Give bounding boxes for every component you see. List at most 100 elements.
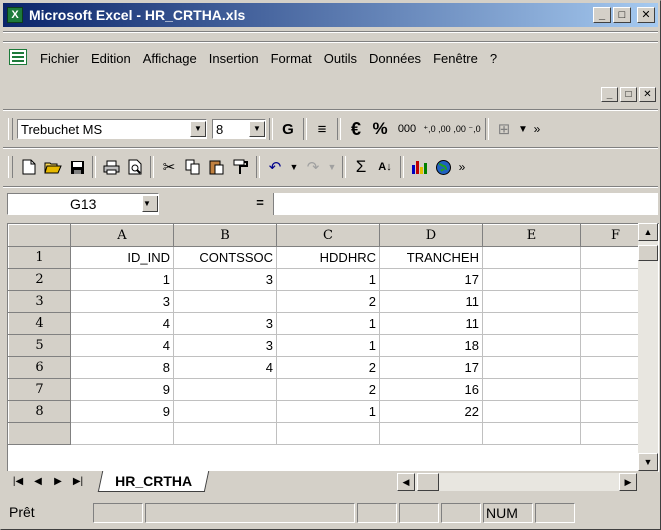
cell[interactable]: 22 [379,400,483,423]
cell[interactable] [173,400,277,423]
menu-help[interactable]: ? [484,51,503,66]
toolbar-options-icon[interactable]: » [530,117,544,141]
cell[interactable]: 3 [70,290,174,313]
cell[interactable]: 1 [276,400,380,423]
chevron-down-icon[interactable]: ▼ [190,121,206,137]
row-header[interactable]: 7 [8,378,71,401]
borders-icon[interactable]: ⊞ [492,117,516,141]
cell[interactable]: 18 [379,334,483,357]
autosum-button[interactable]: Σ [349,155,373,179]
menu-donnees[interactable]: Données [363,51,427,66]
toolbar-grip[interactable] [8,156,13,178]
maximize-button[interactable]: □ [613,7,631,23]
cell[interactable] [482,312,581,335]
horizontal-scrollbar[interactable]: ◀ ▶ [397,473,637,491]
cell[interactable] [482,268,581,291]
column-header-e[interactable]: E [482,224,581,247]
cell[interactable]: 9 [70,400,174,423]
sort-ascending-icon[interactable]: A↓ [373,155,397,179]
equals-button[interactable]: = [251,195,269,210]
row-header[interactable]: 5 [8,334,71,357]
name-box[interactable]: G13 ▼ [7,193,159,215]
cell[interactable]: 3 [173,334,277,357]
select-all-corner[interactable] [8,224,71,247]
worksheet-grid[interactable]: A B C D E F 1 ID_IND CONTSSOC HDDHRC TRA… [7,223,659,472]
title-bar[interactable]: X Microsoft Excel - HR_CRTHA.xls _ □ ✕ [3,3,658,27]
workbook-icon[interactable] [9,49,27,65]
row-header[interactable]: 4 [8,312,71,335]
scroll-left-icon[interactable]: ◀ [397,473,415,491]
cell[interactable]: 1 [276,312,380,335]
cell[interactable]: 11 [379,312,483,335]
cut-icon[interactable]: ✂ [157,155,181,179]
cell[interactable]: 3 [173,312,277,335]
cell[interactable]: 11 [379,290,483,313]
cell[interactable] [482,400,581,423]
cell[interactable]: TRANCHEH [379,246,483,269]
workbook-restore-button[interactable]: □ [620,87,637,102]
row-header[interactable]: 6 [8,356,71,379]
new-document-icon[interactable] [17,155,41,179]
cell[interactable] [379,422,483,445]
first-sheet-icon[interactable]: |◀ [9,474,27,490]
chart-wizard-icon[interactable] [407,155,431,179]
toolbar-options-icon[interactable]: » [455,155,469,179]
column-header-a[interactable]: A [70,224,174,247]
cell[interactable]: CONTSSOC [173,246,277,269]
format-painter-icon[interactable] [229,155,253,179]
font-size-combo[interactable]: 8 ▼ [212,119,266,139]
row-header[interactable]: 3 [8,290,71,313]
align-left-icon[interactable]: ≡ [310,117,334,141]
cell[interactable] [70,422,174,445]
cell[interactable] [173,422,277,445]
cell[interactable]: 4 [173,356,277,379]
scroll-down-icon[interactable]: ▼ [638,453,658,471]
open-folder-icon[interactable] [41,155,65,179]
sheet-tab-hr-crtha[interactable]: HR_CRTHA [97,471,210,492]
cell[interactable]: 8 [70,356,174,379]
chevron-down-icon[interactable]: ▼ [142,196,158,212]
cell[interactable] [482,378,581,401]
menu-fenetre[interactable]: Fenêtre [427,51,484,66]
copy-icon[interactable] [181,155,205,179]
formula-input[interactable] [273,193,658,215]
print-preview-icon[interactable] [123,155,147,179]
row-header[interactable]: 1 [8,246,71,269]
cell[interactable]: 4 [70,312,174,335]
close-button[interactable]: ✕ [637,7,655,23]
font-combo[interactable]: Trebuchet MS ▼ [17,119,207,139]
cell[interactable] [173,290,277,313]
next-sheet-icon[interactable]: ▶ [49,474,67,490]
percent-button[interactable]: % [368,117,392,141]
cell[interactable]: 17 [379,268,483,291]
excel-app-icon[interactable]: X [7,7,23,23]
paste-icon[interactable] [205,155,229,179]
cell[interactable] [482,356,581,379]
menu-edition[interactable]: Edition [85,51,137,66]
prev-sheet-icon[interactable]: ◀ [29,474,47,490]
hscroll-thumb[interactable] [417,473,439,491]
cell[interactable] [173,378,277,401]
chevron-down-icon[interactable]: ▼ [249,121,265,137]
menu-insertion[interactable]: Insertion [203,51,265,66]
scroll-thumb[interactable] [638,245,658,261]
cell[interactable] [482,422,581,445]
cell[interactable]: 1 [70,268,174,291]
increase-decimal-button[interactable]: ⁺,0 ,00 [422,117,452,141]
cell[interactable]: 3 [173,268,277,291]
bold-button[interactable]: G [276,117,300,141]
cell[interactable]: 17 [379,356,483,379]
row-header[interactable]: 2 [8,268,71,291]
row-header[interactable]: 8 [8,400,71,423]
menu-format[interactable]: Format [265,51,318,66]
workbook-close-button[interactable]: ✕ [639,87,656,102]
menu-fichier[interactable]: Fichier [34,51,85,66]
undo-icon[interactable]: ↶ [263,155,287,179]
cell[interactable]: 1 [276,268,380,291]
cell[interactable] [482,290,581,313]
scroll-right-icon[interactable]: ▶ [619,473,637,491]
cell[interactable]: 2 [276,356,380,379]
print-icon[interactable] [99,155,123,179]
chevron-down-icon[interactable]: ▼ [516,117,530,141]
cell[interactable]: 1 [276,334,380,357]
